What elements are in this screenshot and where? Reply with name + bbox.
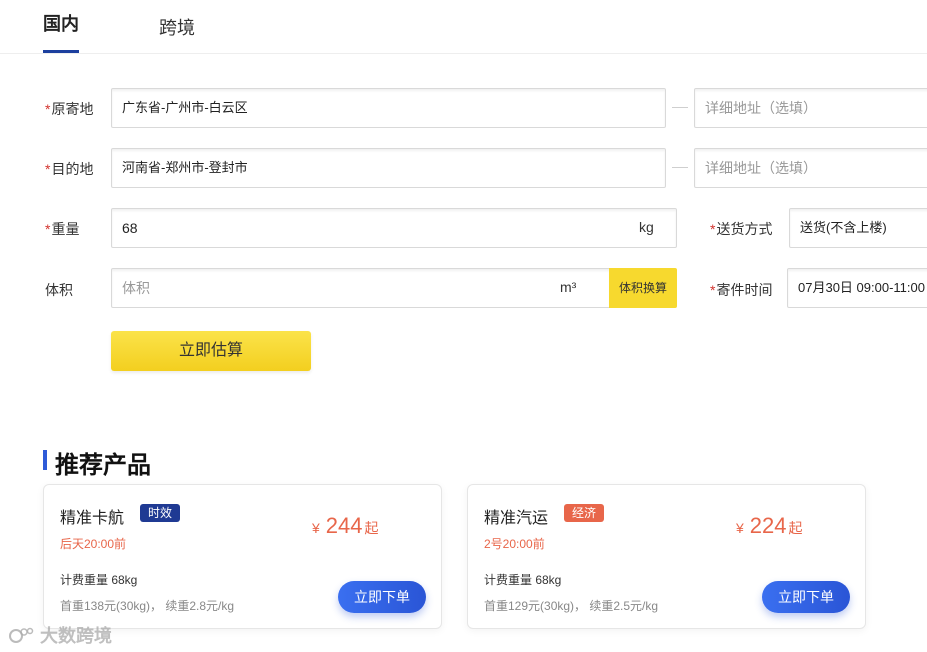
send-time-select[interactable]: 07月30日 09:00-11:00 <box>787 268 927 308</box>
required-mark: * <box>710 221 716 237</box>
delivery-method-select[interactable]: 送货(不含上楼) <box>789 208 927 248</box>
rate-info: 首重138元(30kg)， 续重2.8元/kg <box>60 599 235 613</box>
watermark: 大数跨境 <box>8 622 112 648</box>
weight-input[interactable]: 68 <box>111 208 677 248</box>
currency-symbol: ¥ <box>312 520 320 536</box>
billing-weight: 计费重量 68kg <box>60 573 138 587</box>
product-name: 精准汽运 <box>484 510 549 527</box>
product-card: 精准卡航 时效 后天20:00前 ¥244 起 计费重量 68kg 首重138元(… <box>43 484 442 629</box>
active-tab-indicator <box>43 50 79 53</box>
section-title: 推荐产品 <box>55 452 151 479</box>
tab-bar: 国内 跨境 <box>0 0 927 54</box>
product-card: 精准汽运 经济 2号20:00前 ¥224 起 计费重量 68kg 首重129元(… <box>467 484 866 629</box>
order-button[interactable]: 立即下单 <box>338 581 426 613</box>
currency-symbol: ¥ <box>736 520 744 536</box>
required-mark: * <box>45 221 51 237</box>
tab-domestic[interactable]: 国内 <box>43 10 79 36</box>
delivery-eta: 后天20:00前 <box>60 537 127 551</box>
origin-region-select[interactable]: 广东省-广州市-白云区 <box>111 88 666 128</box>
send-time-label-text: 寄件时间 <box>716 282 773 298</box>
separator-dash <box>672 167 688 168</box>
section-accent-bar <box>43 450 47 470</box>
volume-convert-button[interactable]: 体积换算 <box>609 268 677 308</box>
weight-label-text: 重量 <box>51 221 80 237</box>
volume-label: 体积 <box>45 282 73 298</box>
weight-unit: kg <box>639 219 654 235</box>
volume-input[interactable]: 体积 <box>111 268 611 308</box>
required-mark: * <box>710 282 716 298</box>
price-suffix: 起 <box>364 520 379 536</box>
delivery-label-text: 送货方式 <box>716 221 773 237</box>
product-badge: 经济 <box>564 504 605 522</box>
origin-detail-input[interactable]: 详细地址（选填） <box>694 88 927 128</box>
rate-info: 首重129元(30kg)， 续重2.5元/kg <box>484 599 659 613</box>
price-amount: 224 <box>749 513 787 538</box>
watermark-text: 大数跨境 <box>40 626 112 646</box>
order-button[interactable]: 立即下单 <box>762 581 850 613</box>
destination-detail-input[interactable]: 详细地址（选填） <box>694 148 927 188</box>
product-badge: 时效 <box>140 504 181 522</box>
tab-international[interactable]: 跨境 <box>159 14 195 40</box>
weight-label: *重量 <box>45 219 79 239</box>
price-amount: 244 <box>325 513 363 538</box>
origin-label-text: 原寄地 <box>51 101 94 117</box>
required-mark: * <box>45 161 51 177</box>
volume-unit: m³ <box>560 279 577 295</box>
destination-label-text: 目的地 <box>51 161 94 177</box>
watermark-logo-icon <box>9 627 34 643</box>
delivery-eta: 2号20:00前 <box>484 537 545 551</box>
separator-dash <box>672 107 688 108</box>
product-price: ¥224 起 <box>736 513 803 539</box>
origin-label: *原寄地 <box>45 99 93 119</box>
billing-weight: 计费重量 68kg <box>484 573 562 587</box>
product-name: 精准卡航 <box>60 510 125 527</box>
required-mark: * <box>45 101 51 117</box>
estimate-button[interactable]: 立即估算 <box>111 331 311 371</box>
destination-label: *目的地 <box>45 159 93 179</box>
destination-region-select[interactable]: 河南省-郑州市-登封市 <box>111 148 666 188</box>
product-price: ¥244 起 <box>312 513 379 539</box>
delivery-label: *送货方式 <box>710 219 772 239</box>
price-suffix: 起 <box>788 520 803 536</box>
send-time-label: *寄件时间 <box>710 280 772 300</box>
